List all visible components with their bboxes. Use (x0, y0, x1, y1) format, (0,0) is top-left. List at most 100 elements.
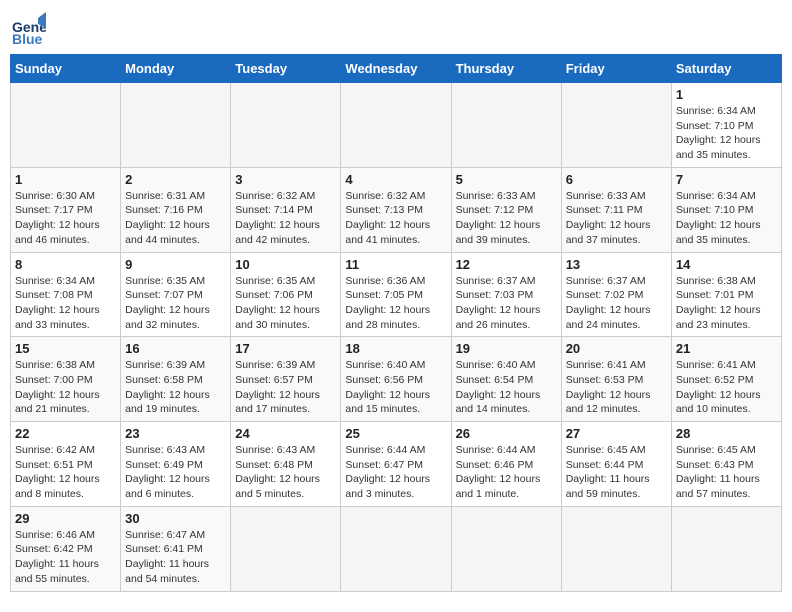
calendar-cell: 6 Sunrise: 6:33 AMSunset: 7:11 PMDayligh… (561, 167, 671, 252)
calendar-week-row: 8 Sunrise: 6:34 AMSunset: 7:08 PMDayligh… (11, 252, 782, 337)
day-info: Sunrise: 6:43 AMSunset: 6:48 PMDaylight:… (235, 443, 336, 502)
calendar-cell: 20 Sunrise: 6:41 AMSunset: 6:53 PMDaylig… (561, 337, 671, 422)
calendar-cell (231, 83, 341, 168)
day-number: 3 (235, 172, 336, 187)
calendar-cell: 30 Sunrise: 6:47 AMSunset: 6:41 PMDaylig… (121, 506, 231, 591)
calendar-cell: 21 Sunrise: 6:41 AMSunset: 6:52 PMDaylig… (671, 337, 781, 422)
day-number: 17 (235, 341, 336, 356)
weekday-header: Thursday (451, 55, 561, 83)
day-info: Sunrise: 6:37 AMSunset: 7:02 PMDaylight:… (566, 274, 667, 333)
day-number: 30 (125, 511, 226, 526)
day-info: Sunrise: 6:45 AMSunset: 6:43 PMDaylight:… (676, 443, 777, 502)
calendar-cell (451, 506, 561, 591)
day-info: Sunrise: 6:40 AMSunset: 6:54 PMDaylight:… (456, 358, 557, 417)
calendar-cell: 2 Sunrise: 6:31 AMSunset: 7:16 PMDayligh… (121, 167, 231, 252)
day-number: 11 (345, 257, 446, 272)
calendar-week-row: 1 Sunrise: 6:34 AMSunset: 7:10 PMDayligh… (11, 83, 782, 168)
calendar-cell (561, 506, 671, 591)
day-info: Sunrise: 6:38 AMSunset: 7:01 PMDaylight:… (676, 274, 777, 333)
calendar-cell: 8 Sunrise: 6:34 AMSunset: 7:08 PMDayligh… (11, 252, 121, 337)
calendar-cell: 15 Sunrise: 6:38 AMSunset: 7:00 PMDaylig… (11, 337, 121, 422)
calendar-cell: 4 Sunrise: 6:32 AMSunset: 7:13 PMDayligh… (341, 167, 451, 252)
day-number: 22 (15, 426, 116, 441)
calendar-cell: 23 Sunrise: 6:43 AMSunset: 6:49 PMDaylig… (121, 422, 231, 507)
weekday-header: Wednesday (341, 55, 451, 83)
day-number: 13 (566, 257, 667, 272)
day-number: 2 (125, 172, 226, 187)
day-number: 18 (345, 341, 446, 356)
day-info: Sunrise: 6:35 AMSunset: 7:06 PMDaylight:… (235, 274, 336, 333)
calendar-cell: 29 Sunrise: 6:46 AMSunset: 6:42 PMDaylig… (11, 506, 121, 591)
day-info: Sunrise: 6:44 AMSunset: 6:47 PMDaylight:… (345, 443, 446, 502)
day-info: Sunrise: 6:34 AMSunset: 7:08 PMDaylight:… (15, 274, 116, 333)
day-info: Sunrise: 6:44 AMSunset: 6:46 PMDaylight:… (456, 443, 557, 502)
calendar-cell: 3 Sunrise: 6:32 AMSunset: 7:14 PMDayligh… (231, 167, 341, 252)
calendar-week-row: 1 Sunrise: 6:30 AMSunset: 7:17 PMDayligh… (11, 167, 782, 252)
day-number: 12 (456, 257, 557, 272)
weekday-header: Friday (561, 55, 671, 83)
calendar-cell: 24 Sunrise: 6:43 AMSunset: 6:48 PMDaylig… (231, 422, 341, 507)
calendar-cell: 1 Sunrise: 6:30 AMSunset: 7:17 PMDayligh… (11, 167, 121, 252)
logo: General Blue (10, 10, 48, 46)
day-number: 29 (15, 511, 116, 526)
day-info: Sunrise: 6:30 AMSunset: 7:17 PMDaylight:… (15, 189, 116, 248)
day-number: 25 (345, 426, 446, 441)
weekday-header: Tuesday (231, 55, 341, 83)
page-header: General Blue (10, 10, 782, 46)
day-number: 1 (15, 172, 116, 187)
day-info: Sunrise: 6:39 AMSunset: 6:58 PMDaylight:… (125, 358, 226, 417)
calendar-cell (451, 83, 561, 168)
day-number: 7 (676, 172, 777, 187)
calendar-cell (121, 83, 231, 168)
day-info: Sunrise: 6:45 AMSunset: 6:44 PMDaylight:… (566, 443, 667, 502)
day-info: Sunrise: 6:34 AMSunset: 7:10 PMDaylight:… (676, 104, 777, 163)
day-info: Sunrise: 6:33 AMSunset: 7:11 PMDaylight:… (566, 189, 667, 248)
calendar-cell: 1 Sunrise: 6:34 AMSunset: 7:10 PMDayligh… (671, 83, 781, 168)
day-number: 5 (456, 172, 557, 187)
day-info: Sunrise: 6:38 AMSunset: 7:00 PMDaylight:… (15, 358, 116, 417)
day-info: Sunrise: 6:46 AMSunset: 6:42 PMDaylight:… (15, 528, 116, 587)
calendar-cell: 17 Sunrise: 6:39 AMSunset: 6:57 PMDaylig… (231, 337, 341, 422)
day-info: Sunrise: 6:42 AMSunset: 6:51 PMDaylight:… (15, 443, 116, 502)
day-info: Sunrise: 6:39 AMSunset: 6:57 PMDaylight:… (235, 358, 336, 417)
calendar-cell: 11 Sunrise: 6:36 AMSunset: 7:05 PMDaylig… (341, 252, 451, 337)
calendar-body: 1 Sunrise: 6:34 AMSunset: 7:10 PMDayligh… (11, 83, 782, 592)
calendar-cell: 14 Sunrise: 6:38 AMSunset: 7:01 PMDaylig… (671, 252, 781, 337)
day-number: 19 (456, 341, 557, 356)
day-number: 15 (15, 341, 116, 356)
day-number: 26 (456, 426, 557, 441)
day-number: 21 (676, 341, 777, 356)
day-info: Sunrise: 6:31 AMSunset: 7:16 PMDaylight:… (125, 189, 226, 248)
calendar-cell: 13 Sunrise: 6:37 AMSunset: 7:02 PMDaylig… (561, 252, 671, 337)
day-number: 10 (235, 257, 336, 272)
calendar-cell: 22 Sunrise: 6:42 AMSunset: 6:51 PMDaylig… (11, 422, 121, 507)
day-info: Sunrise: 6:40 AMSunset: 6:56 PMDaylight:… (345, 358, 446, 417)
calendar-cell (671, 506, 781, 591)
weekday-header: Monday (121, 55, 231, 83)
day-info: Sunrise: 6:41 AMSunset: 6:53 PMDaylight:… (566, 358, 667, 417)
day-number: 23 (125, 426, 226, 441)
day-number: 4 (345, 172, 446, 187)
weekday-header: Saturday (671, 55, 781, 83)
day-number: 1 (676, 87, 777, 102)
day-number: 20 (566, 341, 667, 356)
logo-icon: General Blue (10, 10, 46, 46)
day-info: Sunrise: 6:36 AMSunset: 7:05 PMDaylight:… (345, 274, 446, 333)
calendar-cell (341, 506, 451, 591)
day-info: Sunrise: 6:33 AMSunset: 7:12 PMDaylight:… (456, 189, 557, 248)
calendar-cell: 27 Sunrise: 6:45 AMSunset: 6:44 PMDaylig… (561, 422, 671, 507)
day-number: 28 (676, 426, 777, 441)
calendar-cell: 25 Sunrise: 6:44 AMSunset: 6:47 PMDaylig… (341, 422, 451, 507)
calendar-cell: 19 Sunrise: 6:40 AMSunset: 6:54 PMDaylig… (451, 337, 561, 422)
calendar-cell (11, 83, 121, 168)
calendar-week-row: 29 Sunrise: 6:46 AMSunset: 6:42 PMDaylig… (11, 506, 782, 591)
day-info: Sunrise: 6:34 AMSunset: 7:10 PMDaylight:… (676, 189, 777, 248)
calendar-cell: 12 Sunrise: 6:37 AMSunset: 7:03 PMDaylig… (451, 252, 561, 337)
day-info: Sunrise: 6:41 AMSunset: 6:52 PMDaylight:… (676, 358, 777, 417)
calendar-cell: 10 Sunrise: 6:35 AMSunset: 7:06 PMDaylig… (231, 252, 341, 337)
calendar-week-row: 22 Sunrise: 6:42 AMSunset: 6:51 PMDaylig… (11, 422, 782, 507)
day-info: Sunrise: 6:32 AMSunset: 7:13 PMDaylight:… (345, 189, 446, 248)
calendar-cell: 26 Sunrise: 6:44 AMSunset: 6:46 PMDaylig… (451, 422, 561, 507)
calendar-table: SundayMondayTuesdayWednesdayThursdayFrid… (10, 54, 782, 592)
calendar-cell (231, 506, 341, 591)
